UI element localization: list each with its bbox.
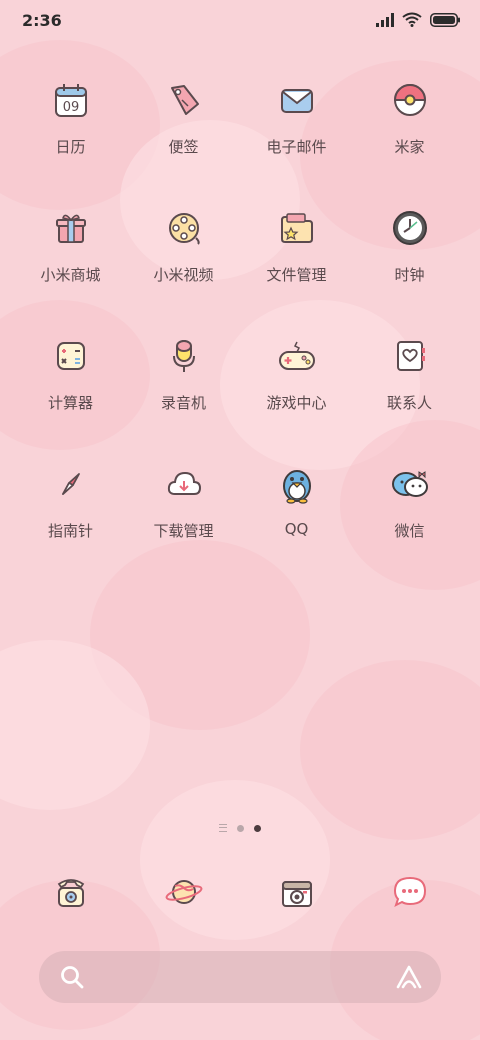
app-notes[interactable]: 便签 bbox=[127, 78, 240, 206]
app-xiaomi-video[interactable]: 小米视频 bbox=[127, 206, 240, 334]
battery-icon bbox=[430, 12, 460, 27]
app-compass[interactable]: 指南针 bbox=[14, 462, 127, 590]
phone-icon bbox=[49, 870, 93, 914]
app-wechat[interactable]: 微信 bbox=[353, 462, 466, 590]
contacts-icon bbox=[388, 334, 432, 378]
dock bbox=[14, 868, 466, 916]
planet-icon bbox=[162, 870, 206, 914]
app-label: 微信 bbox=[394, 522, 425, 540]
camera-icon bbox=[275, 870, 319, 914]
app-download-manager[interactable]: 下载管理 bbox=[127, 462, 240, 590]
app-mijia[interactable]: 米家 bbox=[353, 78, 466, 206]
page-indicator[interactable] bbox=[0, 824, 480, 832]
app-qq[interactable]: QQ bbox=[240, 462, 353, 590]
app-grid: 09 日历 便签 电子邮件 米家 小米商城 小米视频 文件管理 时钟 计算器 录… bbox=[14, 78, 466, 590]
penguin-icon bbox=[275, 462, 319, 506]
status-bar: 2:36 bbox=[0, 0, 480, 42]
app-label: 文件管理 bbox=[266, 266, 327, 284]
wifi-icon bbox=[402, 12, 422, 27]
compass-icon bbox=[49, 462, 93, 506]
app-xiaomi-store[interactable]: 小米商城 bbox=[14, 206, 127, 334]
notes-icon bbox=[162, 78, 206, 122]
app-calendar[interactable]: 09 日历 bbox=[14, 78, 127, 206]
page-list-icon bbox=[219, 824, 227, 832]
app-email[interactable]: 电子邮件 bbox=[240, 78, 353, 206]
dock-camera[interactable] bbox=[240, 868, 353, 916]
dock-phone[interactable] bbox=[14, 868, 127, 916]
clock-icon bbox=[388, 206, 432, 250]
status-time: 2:36 bbox=[22, 11, 62, 30]
app-contacts[interactable]: 联系人 bbox=[353, 334, 466, 462]
app-game-center[interactable]: 游戏中心 bbox=[240, 334, 353, 462]
page-dot-active bbox=[254, 824, 261, 832]
page-dot bbox=[237, 824, 244, 832]
app-label: 电子邮件 bbox=[266, 138, 327, 156]
app-label: 计算器 bbox=[47, 394, 93, 412]
mijia-icon bbox=[388, 78, 432, 122]
app-label: 小米视频 bbox=[153, 266, 214, 284]
gamepad-icon bbox=[275, 334, 319, 378]
film-reel-icon bbox=[162, 206, 206, 250]
app-label: 日历 bbox=[55, 138, 86, 156]
dock-browser[interactable] bbox=[127, 868, 240, 916]
app-label: 小米商城 bbox=[40, 266, 101, 284]
dock-messages[interactable] bbox=[353, 868, 466, 916]
microphone-icon bbox=[162, 334, 206, 378]
search-bar[interactable] bbox=[39, 951, 441, 1003]
app-label: 指南针 bbox=[47, 522, 93, 540]
calculator-icon bbox=[49, 334, 93, 378]
gift-icon bbox=[49, 206, 93, 250]
app-label: QQ bbox=[284, 520, 309, 538]
app-label: 录音机 bbox=[160, 394, 206, 412]
calendar-icon: 09 bbox=[49, 78, 93, 122]
cloud-download-icon bbox=[162, 462, 206, 506]
app-label: 便签 bbox=[168, 138, 199, 156]
app-label: 联系人 bbox=[386, 394, 432, 412]
app-recorder[interactable]: 录音机 bbox=[127, 334, 240, 462]
app-label: 下载管理 bbox=[153, 522, 214, 540]
folder-icon bbox=[275, 206, 319, 250]
email-icon bbox=[275, 78, 319, 122]
app-clock[interactable]: 时钟 bbox=[353, 206, 466, 334]
app-file-manager[interactable]: 文件管理 bbox=[240, 206, 353, 334]
signal-icon bbox=[376, 12, 394, 27]
assistant-icon[interactable] bbox=[395, 964, 423, 990]
calendar-day: 09 bbox=[62, 100, 79, 115]
app-label: 游戏中心 bbox=[266, 394, 327, 412]
app-label: 时钟 bbox=[394, 266, 425, 284]
search-icon[interactable] bbox=[59, 964, 85, 990]
app-calculator[interactable]: 计算器 bbox=[14, 334, 127, 462]
app-label: 米家 bbox=[394, 138, 425, 156]
messages-icon bbox=[388, 870, 432, 914]
wechat-icon bbox=[388, 462, 432, 506]
